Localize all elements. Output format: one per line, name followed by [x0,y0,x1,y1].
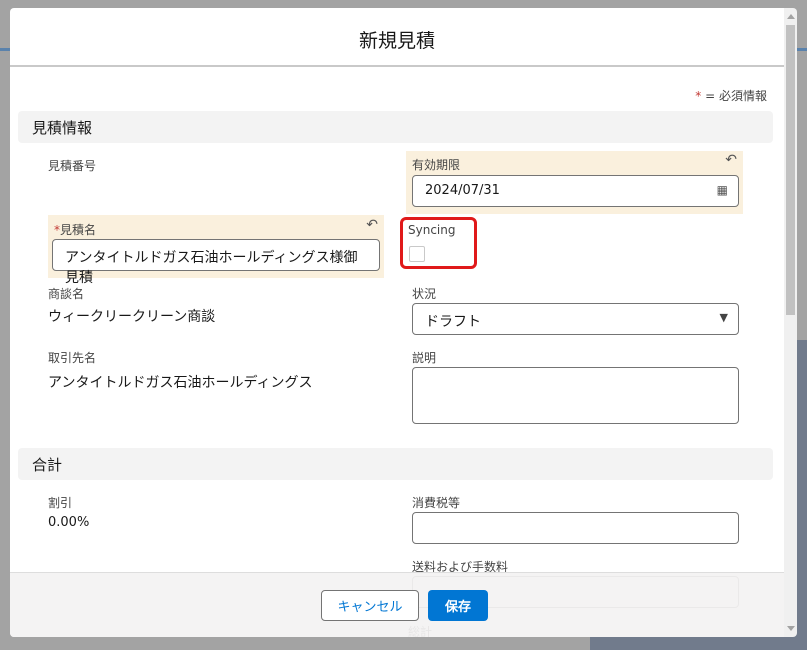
required-note: * = 必須情報 [695,87,767,104]
calendar-icon[interactable]: ▦ [717,183,728,197]
discount-value: 0.00% [48,515,90,530]
quote-name-field: *見積名 ↶ アンタイトルドガス石油ホールディングス様御見積 [48,215,384,286]
description-label: 説明 [412,351,437,365]
cancel-button[interactable]: キャンセル [321,590,419,621]
scroll-thumb[interactable] [786,25,795,315]
syncing-annotation: Syncing [400,217,477,269]
chevron-down-icon: ▼ [719,311,728,324]
undo-icon[interactable]: ↶ [725,152,737,168]
scroll-up-icon[interactable] [787,14,795,19]
modal-title: 新規見積 [358,30,435,52]
required-note-text: = 必須情報 [705,89,767,103]
undo-icon[interactable]: ↶ [366,217,378,233]
section-quote-info[interactable]: 見積情報 [18,111,773,143]
opportunity-label: 商談名 [48,287,85,301]
status-select[interactable]: ドラフト ▼ [412,303,739,335]
expiration-field: 有効期限 ↶ 2024/07/31 ▦ [406,151,743,214]
expiration-label: 有効期限 [412,158,461,172]
discount-label: 割引 [48,496,73,510]
opportunity-link[interactable]: ウィークリークリーン商談 [48,306,215,326]
required-star: * [695,89,702,103]
section-totals[interactable]: 合計 [18,448,773,480]
header-divider [10,65,784,67]
quote-name-label: 見積名 [60,223,97,237]
status-label: 状況 [412,287,437,301]
save-button[interactable]: 保存 [428,590,488,621]
syncing-label: Syncing [408,223,456,237]
account-link[interactable]: アンタイトルドガス石油ホールディングス [48,372,312,392]
syncing-checkbox[interactable] [409,246,425,262]
tax-label: 消費税等 [412,496,461,510]
quote-number-label: 見積番号 [48,159,97,173]
tax-input[interactable] [412,512,739,544]
new-quote-modal: 新規見積 * = 必須情報 見積情報 見積番号 有効期限 ↶ 2024/07/3… [10,8,784,637]
scroll-down-icon[interactable] [787,626,795,631]
expiration-input[interactable]: 2024/07/31 ▦ [412,175,739,207]
quote-name-input[interactable]: アンタイトルドガス石油ホールディングス様御見積 [52,239,380,286]
modal-footer: キャンセル 保存 [10,572,784,637]
description-textarea[interactable] [412,367,739,424]
modal-scrollbar[interactable] [784,8,797,637]
account-label: 取引先名 [48,351,97,365]
